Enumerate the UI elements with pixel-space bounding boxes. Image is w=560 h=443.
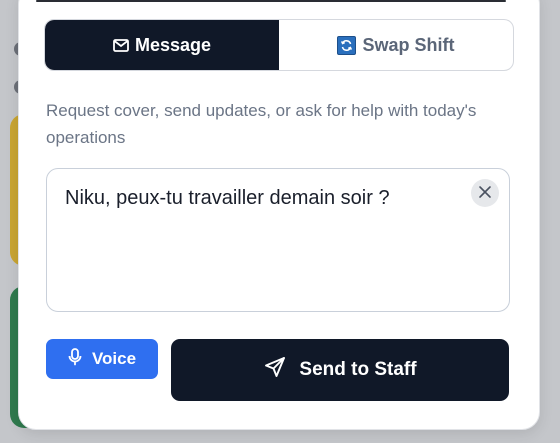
close-icon [478, 184, 492, 203]
swap-icon [337, 35, 357, 55]
send-button-label: Send to Staff [299, 359, 417, 380]
message-text[interactable]: Niku, peux-tu travailler demain soir ? [65, 187, 390, 210]
voice-button[interactable]: Voice [46, 339, 158, 379]
mode-tabs: Message Swap Shift [44, 19, 514, 71]
modal-top-edge [36, 0, 506, 2]
microphone-icon [68, 347, 82, 371]
send-icon [263, 355, 287, 385]
tab-swap-shift-label: Swap Shift [362, 34, 455, 55]
mail-icon [113, 38, 129, 52]
voice-button-label: Voice [91, 349, 137, 368]
tab-message[interactable]: Message [45, 20, 279, 70]
helper-text: Request cover, send updates, or ask for … [46, 101, 477, 147]
send-to-staff-button[interactable]: Send to Staff [171, 339, 509, 401]
clear-message-button[interactable] [471, 179, 499, 207]
tab-swap-shift[interactable]: Swap Shift [279, 20, 513, 70]
message-textarea[interactable]: Niku, peux-tu travailler demain soir ? [46, 168, 510, 312]
tab-message-label: Message [134, 34, 212, 55]
